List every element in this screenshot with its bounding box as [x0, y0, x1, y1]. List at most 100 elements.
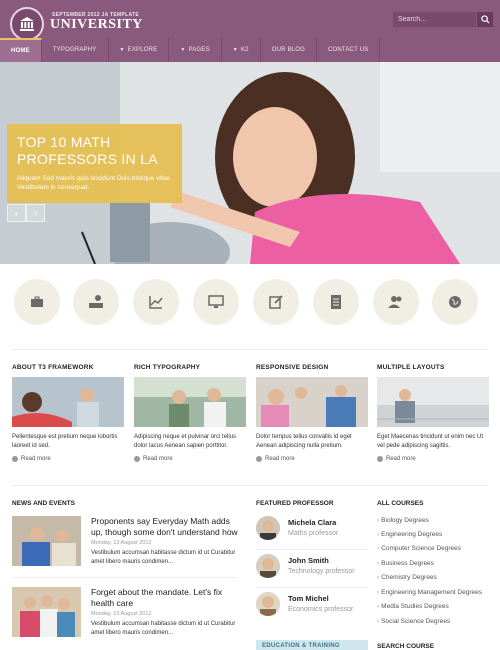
course-link[interactable]: › Computer Science Degrees — [377, 545, 461, 552]
read-more-label: Read more — [21, 456, 51, 462]
search-course-title: SEARCH COURSE — [377, 643, 435, 650]
professor-card[interactable]: Tom Michel Economics professor — [256, 592, 368, 628]
education-banner[interactable]: EDUCATION & TRAINING — [256, 640, 368, 650]
slider-prev-button[interactable]: ‹ — [7, 204, 26, 222]
logo-title[interactable]: UNIVERSITY — [50, 17, 143, 33]
news-section-title: NEWS AND EVENTS — [12, 500, 75, 507]
arrow-circle-icon — [256, 456, 262, 462]
slider-next-button[interactable]: › — [26, 204, 45, 222]
news-headline[interactable]: Forget about the mandate. Let's fix heal… — [91, 587, 241, 609]
feature-text: Pellentesque est pretium neque lobortis … — [12, 434, 118, 449]
hero-title-line: TOP 10 MATH — [17, 134, 111, 150]
feature-column: RESPONSIVE DESIGN Dolor tempus tellus co… — [256, 364, 368, 462]
course-link[interactable]: › Media Studies Degrees — [377, 603, 449, 610]
course-label: Engineering Management Degrees — [381, 589, 482, 596]
nav-item-pages[interactable]: ▼ PAGES — [169, 38, 222, 62]
feature-title[interactable]: RESPONSIVE DESIGN — [256, 364, 368, 371]
news-image[interactable] — [12, 516, 81, 566]
courses-section-title: ALL COURSES — [377, 500, 424, 507]
feature-title[interactable]: MULTIPLE LAYOUTS — [377, 364, 489, 371]
users-icon[interactable] — [373, 279, 419, 325]
chevron-right-icon: › — [377, 531, 380, 538]
nav-item-blog[interactable]: OUR BLOG — [261, 38, 317, 62]
briefcase-icon[interactable] — [14, 279, 60, 325]
chevron-right-icon: › — [377, 560, 380, 567]
professor-name: Tom Michel — [288, 594, 329, 603]
arrow-circle-icon — [12, 456, 18, 462]
chevron-right-icon: › — [377, 589, 380, 596]
university-logo[interactable] — [10, 7, 44, 41]
chevron-right-icon: › — [377, 618, 380, 625]
nav-item-home[interactable]: HOME — [0, 38, 42, 62]
section-divider — [12, 349, 488, 350]
course-link[interactable]: › Chemistry Degrees — [377, 574, 437, 581]
news-excerpt: Vestibulum accumsan habitasse dictum id … — [91, 621, 236, 636]
caret-down-icon: ▼ — [232, 47, 238, 53]
course-link[interactable]: › Business Degrees — [377, 560, 434, 567]
professor-role: Economics professor — [288, 606, 354, 613]
chevron-right-icon: › — [377, 517, 380, 524]
caret-down-icon: ▼ — [180, 47, 186, 53]
hero-title: TOP 10 MATH PROFESSORS IN LA — [17, 134, 172, 168]
avatar — [256, 516, 280, 540]
nav-item-k2[interactable]: ▼ K2 — [222, 38, 261, 62]
nav-label: OUR BLOG — [271, 47, 305, 53]
nav-item-explore[interactable]: ▼ EXPLORE — [109, 38, 170, 62]
globe-icon[interactable] — [432, 279, 478, 325]
hero-slider[interactable]: TOP 10 MATH PROFESSORS IN LA Aliquam Sed… — [0, 62, 500, 264]
feature-image[interactable] — [377, 377, 489, 427]
professor-name: Michela Clara — [288, 518, 337, 527]
search-icon — [480, 15, 490, 24]
course-link[interactable]: › Social Science Degrees — [377, 618, 450, 625]
feature-text: Eget Maecenas tincidunt ut enim nec Ut v… — [377, 434, 484, 449]
feature-image[interactable] — [12, 377, 124, 427]
professor-card[interactable]: Michela Clara Maths professor — [256, 516, 368, 552]
search-button[interactable] — [477, 12, 493, 27]
read-more-link[interactable]: Read more — [377, 456, 489, 462]
arrow-circle-icon — [377, 456, 383, 462]
chevron-right-icon: › — [377, 574, 380, 581]
nav-label: CONTACT US — [327, 47, 369, 53]
nav-item-contact[interactable]: CONTACT US — [317, 38, 381, 62]
caret-down-icon: ▼ — [119, 47, 125, 53]
feature-text: Adipiscing neque et pulvinar orci tellus… — [134, 434, 237, 449]
course-label: Biology Degrees — [381, 517, 429, 524]
course-label: Engineering Degrees — [381, 531, 443, 538]
professor-divider — [256, 549, 368, 550]
slider-controls: ‹ › — [7, 204, 45, 222]
search-input[interactable] — [393, 12, 476, 27]
feature-icon-row — [0, 279, 500, 325]
edit-icon[interactable] — [253, 279, 299, 325]
feature-column: RICH TYPOGRAPHY Adipiscing neque et pulv… — [134, 364, 246, 462]
feature-column: ABOUT T3 FRAMEWORK Pellentesque est pret… — [12, 364, 124, 462]
nav-label: EXPLORE — [127, 47, 158, 53]
avatar — [256, 592, 280, 616]
feature-image[interactable] — [134, 377, 246, 427]
course-link[interactable]: › Biology Degrees — [377, 517, 429, 524]
feature-image[interactable] — [256, 377, 368, 427]
news-image[interactable] — [12, 587, 81, 637]
feature-title[interactable]: ABOUT T3 FRAMEWORK — [12, 364, 124, 371]
nav-item-typography[interactable]: TYPOGRAPHY — [42, 38, 109, 62]
monitor-icon[interactable] — [193, 279, 239, 325]
hero-title-line: PROFESSORS IN LA — [17, 151, 158, 167]
read-more-link[interactable]: Read more — [134, 456, 246, 462]
money-icon[interactable] — [73, 279, 119, 325]
main-nav: HOME TYPOGRAPHY ▼ EXPLORE ▼ PAGES ▼ K2 OUR … — [0, 38, 500, 62]
feature-title[interactable]: RICH TYPOGRAPHY — [134, 364, 246, 371]
news-excerpt: Vestibulum accumsan habitasse dictum id … — [91, 550, 236, 565]
nav-label: HOME — [11, 48, 30, 54]
news-headline[interactable]: Proponents say Everyday Math adds up, th… — [91, 516, 241, 538]
course-link[interactable]: › Engineering Management Degrees — [377, 589, 482, 596]
professor-card[interactable]: John Smith Technology professor — [256, 554, 368, 590]
read-more-link[interactable]: Read more — [256, 456, 368, 462]
professor-role: Maths professor — [288, 530, 339, 537]
read-more-link[interactable]: Read more — [12, 456, 124, 462]
chart-icon[interactable] — [133, 279, 179, 325]
hero-caption[interactable]: TOP 10 MATH PROFESSORS IN LA Aliquam Sed… — [7, 124, 182, 203]
course-link[interactable]: › Engineering Degrees — [377, 531, 442, 538]
course-label: Social Science Degrees — [381, 618, 451, 625]
course-label: Business Degrees — [381, 560, 434, 567]
document-icon[interactable] — [313, 279, 359, 325]
news-item: Forget about the mandate. Let's fix heal… — [12, 587, 238, 647]
